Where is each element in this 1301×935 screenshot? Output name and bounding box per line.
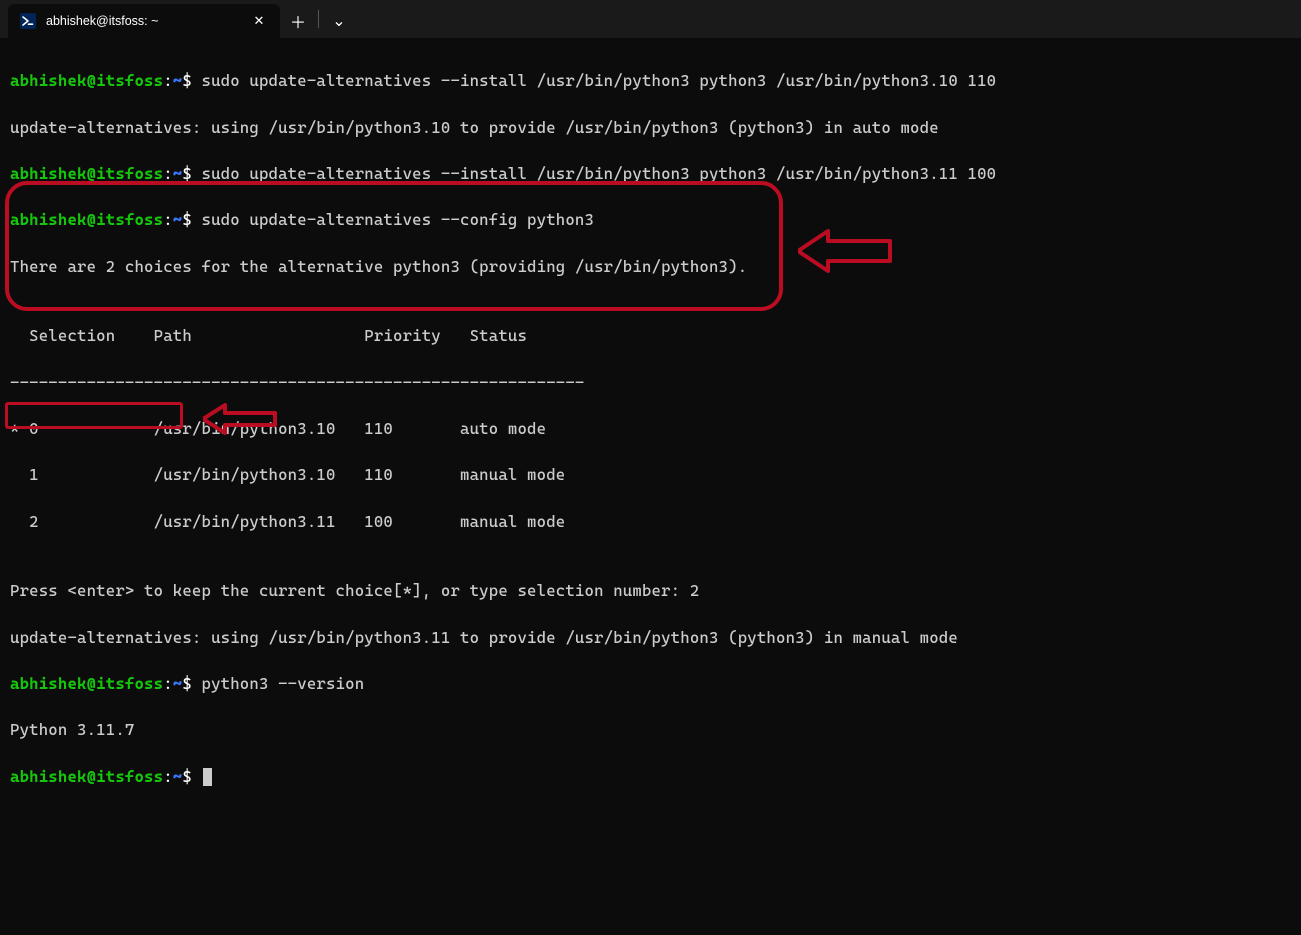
annotation-highlight-box [5, 181, 783, 311]
prompt-user: abhishek@itsfoss [10, 210, 163, 229]
terminal-output: There are 2 choices for the alternative … [10, 255, 1291, 278]
prompt-path: ~ [173, 767, 183, 786]
terminal-line: abhishek@itsfoss:~$ python3 --version [10, 672, 1291, 695]
prompt-colon: : [163, 164, 173, 183]
new-tab-button[interactable]: ＋ [280, 4, 316, 38]
table-row: 1 /usr/bin/python3.10 110 manual mode [10, 463, 1291, 486]
prompt-dollar: $ [182, 674, 192, 693]
command-text: sudo update-alternatives --install /usr/… [192, 71, 996, 90]
prompt-colon: : [163, 71, 173, 90]
titlebar: abhishek@itsfoss: ~ ✕ ＋ ⌄ [0, 0, 1301, 38]
prompt-colon: : [163, 767, 173, 786]
table-row: 2 /usr/bin/python3.11 100 manual mode [10, 510, 1291, 533]
terminal-output: Press <enter> to keep the current choice… [10, 579, 1291, 602]
terminal-output: Python 3.11.7 [10, 718, 1291, 741]
terminal-output: update-alternatives: using /usr/bin/pyth… [10, 626, 1291, 649]
prompt-path: ~ [173, 71, 183, 90]
prompt-colon: : [163, 210, 173, 229]
prompt-dollar: $ [182, 210, 192, 229]
prompt-dollar: $ [182, 164, 192, 183]
tab-close-button[interactable]: ✕ [250, 12, 268, 30]
prompt-user: abhishek@itsfoss [10, 71, 163, 90]
plus-icon: ＋ [290, 9, 306, 33]
prompt-dollar: $ [182, 767, 192, 786]
chevron-down-icon: ⌄ [332, 11, 345, 31]
prompt-user: abhishek@itsfoss [10, 674, 163, 693]
table-row: * 0 /usr/bin/python3.10 110 auto mode [10, 417, 1291, 440]
prompt-user: abhishek@itsfoss [10, 767, 163, 786]
tab-title: abhishek@itsfoss: ~ [46, 14, 240, 28]
terminal-line: abhishek@itsfoss:~$ sudo update-alternat… [10, 208, 1291, 231]
prompt-colon: : [163, 674, 173, 693]
command-text: sudo update-alternatives --install /usr/… [192, 164, 996, 183]
tab-dropdown-button[interactable]: ⌄ [321, 4, 357, 38]
command-text [192, 767, 202, 786]
prompt-user: abhishek@itsfoss [10, 164, 163, 183]
table-separator: ----------------------------------------… [10, 371, 1291, 394]
terminal-viewport[interactable]: abhishek@itsfoss:~$ sudo update-alternat… [0, 38, 1301, 935]
terminal-line: abhishek@itsfoss:~$ [10, 765, 1291, 788]
terminal-output: update-alternatives: using /usr/bin/pyth… [10, 116, 1291, 139]
terminal-line: abhishek@itsfoss:~$ sudo update-alternat… [10, 162, 1291, 185]
command-text: python3 --version [192, 674, 364, 693]
prompt-path: ~ [173, 674, 183, 693]
divider [318, 10, 319, 28]
tab-active[interactable]: abhishek@itsfoss: ~ ✕ [8, 4, 280, 38]
terminal-line: abhishek@itsfoss:~$ sudo update-alternat… [10, 69, 1291, 92]
prompt-path: ~ [173, 164, 183, 183]
command-text: sudo update-alternatives --config python… [192, 210, 594, 229]
table-header: Selection Path Priority Status [10, 324, 1291, 347]
powershell-icon [20, 13, 36, 29]
prompt-dollar: $ [182, 71, 192, 90]
cursor [203, 768, 212, 786]
prompt-path: ~ [173, 210, 183, 229]
